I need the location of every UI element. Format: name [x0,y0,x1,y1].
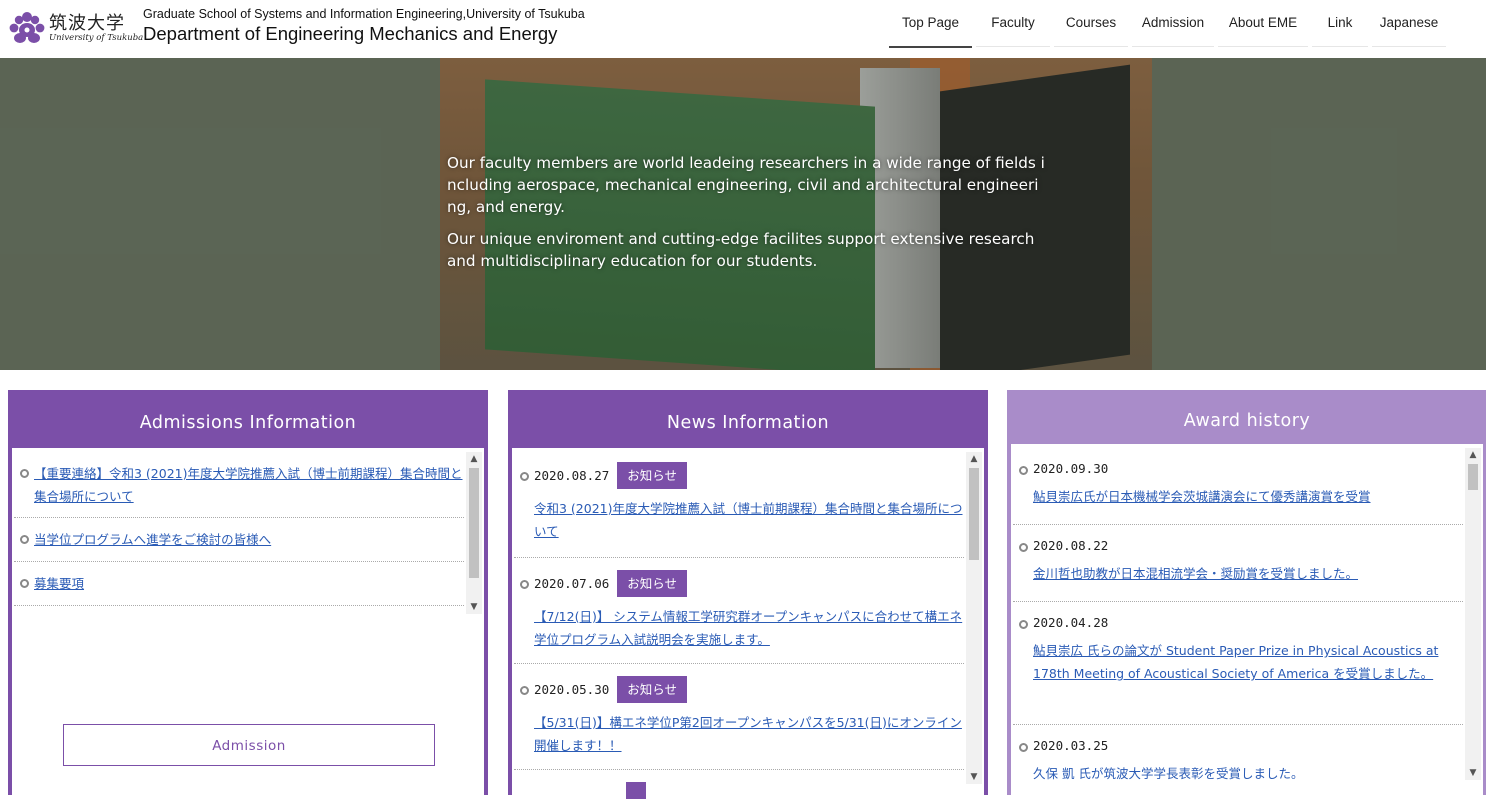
list-item: 2020.04.28 鮎貝崇広 氏らの論文が Student Paper Pri… [1013,602,1463,725]
logo-english-text: University of Tsukuba [49,33,144,43]
logo-japanese-text: 筑波大学 [49,13,125,34]
news-panel: News Information 2020.08.27 お知らせ 令和3 (202… [508,390,988,799]
bullet-circle-icon [1019,543,1028,552]
award-list-scroll[interactable]: 2020.09.30 鮎貝崇広氏が日本機械学会茨城講演会にて優秀講演賞を受賞 2… [1013,448,1481,799]
award-list: 2020.09.30 鮎貝崇広氏が日本機械学会茨城講演会にて優秀講演賞を受賞 2… [1013,448,1463,799]
list-item: 募集要項 [14,562,464,606]
news-title: News Information [512,394,984,448]
news-list-scroll[interactable]: 2020.08.27 お知らせ 令和3 (2021)年度大学院推薦入試（博士前期課… [514,452,982,799]
admissions-list: 【重要連絡】令和3 (2021)年度大学院推薦入試（博士前期課程）集合時間と集合… [14,452,464,606]
bullet-circle-icon [1019,620,1028,629]
news-date: 2020.08.27 [534,468,610,483]
admissions-link[interactable]: 【重要連絡】令和3 (2021)年度大学院推薦入試（博士前期課程）集合時間と集合… [34,466,463,504]
list-item: 2020.09.30 鮎貝崇広氏が日本機械学会茨城講演会にて優秀講演賞を受賞 [1013,448,1463,525]
scroll-down-arrow-icon[interactable]: ▼ [1465,766,1481,780]
scrollbar-thumb[interactable] [1468,464,1478,490]
nav-top-page[interactable]: Top Page [889,0,972,48]
list-item: 2020.08.27 お知らせ 令和3 (2021)年度大学院推薦入試（博士前期課… [514,452,964,558]
award-date: 2020.09.30 [1033,461,1109,476]
news-badge: お知らせ [617,462,688,489]
bullet-circle-icon [520,472,529,481]
award-link[interactable]: 鮎貝崇広氏が日本機械学会茨城講演会にて優秀講演賞を受賞 [1033,489,1371,504]
nav-faculty[interactable]: Faculty [976,0,1050,47]
news-date: 2020.07.06 [534,576,610,591]
list-item: 当学位プログラムへ進学をご検討の皆様へ [14,518,464,562]
award-link[interactable]: 鮎貝崇広 氏らの論文が Student Paper Prize in Physi… [1033,643,1438,681]
nav-japanese[interactable]: Japanese [1372,0,1446,47]
bullet-circle-icon [20,535,29,544]
admissions-panel: Admissions Information 【重要連絡】令和3 (2021)年… [8,390,488,795]
news-link[interactable]: 【7/12(日)】 システム情報工学研究群オープンキャンパスに合わせて構エネ学位… [534,609,962,647]
list-item: 2020.08.22 金川哲也助教が日本混相流学会・奨励賞を受賞しました。 [1013,525,1463,602]
list-item: 2020.07.06 お知らせ 【7/12(日)】 システム情報工学研究群オープン… [514,558,964,664]
nav-admission[interactable]: Admission [1132,0,1214,47]
department-title[interactable]: Department of Engineering Mechanics and … [143,23,557,45]
admission-button[interactable]: Admission [63,724,435,766]
award-date: 2020.04.28 [1033,615,1109,630]
bullet-circle-icon [20,579,29,588]
award-link[interactable]: 金川哲也助教が日本混相流学会・奨励賞を受賞しました。 [1033,566,1358,581]
bullet-circle-icon [1019,466,1028,475]
news-link[interactable]: 令和3 (2021)年度大学院推薦入試（博士前期課程）集合時間と集合場所について [534,501,963,539]
award-scrollbar[interactable]: ▲ ▼ [1465,448,1481,780]
award-date: 2020.03.25 [1033,738,1109,753]
scroll-down-arrow-icon[interactable]: ▼ [966,770,982,784]
hero-text: Our faculty members are world leadeing r… [447,152,1047,282]
list-item: 【重要連絡】令和3 (2021)年度大学院推薦入試（博士前期課程）集合時間と集合… [14,452,464,518]
news-list: 2020.08.27 お知らせ 令和3 (2021)年度大学院推薦入試（博士前期課… [514,452,964,799]
tsukuba-paulownia-logo-icon [9,12,45,43]
scrollbar-thumb[interactable] [969,468,979,560]
news-link[interactable]: 【5/31(日)】構エネ学位P第2回オープンキャンパスを5/31(日)にオンライ… [534,715,962,753]
scroll-up-arrow-icon[interactable]: ▲ [966,452,982,466]
list-item: 2020.03.25 久保 凱 氏が筑波大学学長表彰を受賞しました。 [1013,725,1463,799]
scroll-up-arrow-icon[interactable]: ▲ [1465,448,1481,462]
hero-paragraph-2: Our unique enviroment and cutting-edge f… [447,230,1035,270]
admissions-scrollbar[interactable]: ▲ ▼ [466,452,482,614]
news-badge: お知らせ [617,570,688,597]
hero-banner: Our faculty members are world leadeing r… [0,58,1497,370]
nav-courses[interactable]: Courses [1054,0,1128,47]
main-nav: Top Page Faculty Courses Admission About… [889,0,1450,48]
award-title: Award history [1011,394,1483,444]
news-badge [626,782,646,799]
admissions-link[interactable]: 当学位プログラムへ進学をご検討の皆様へ [34,532,271,547]
bullet-circle-icon [520,686,529,695]
bullet-circle-icon [520,580,529,589]
award-panel: Award history 2020.09.30 鮎貝崇広氏が日本機械学会茨城講… [1007,390,1487,795]
scrollbar-thumb[interactable] [469,468,479,578]
list-item: 2020.05.30 お知らせ 【5/31(日)】構エネ学位P第2回オープンキャン… [514,664,964,770]
award-link[interactable]: 久保 凱 氏が筑波大学学長表彰を受賞しました。 [1033,766,1303,781]
admissions-list-scroll[interactable]: 【重要連絡】令和3 (2021)年度大学院推薦入試（博士前期課程）集合時間と集合… [14,452,482,614]
scroll-down-arrow-icon[interactable]: ▼ [466,600,482,614]
news-badge: お知らせ [617,676,688,703]
graduate-school-subtitle: Graduate School of Systems and Informati… [143,7,585,21]
site-header: 筑波大学 University of Tsukuba Graduate Scho… [0,0,1497,58]
admissions-link[interactable]: 募集要項 [34,576,84,591]
news-date: 2020.05.30 [534,682,610,697]
admissions-title: Admissions Information [12,394,484,448]
bullet-circle-icon [1019,743,1028,752]
hero-paragraph-1: Our faculty members are world leadeing r… [447,154,1045,216]
bullet-circle-icon [20,469,29,478]
news-scrollbar[interactable]: ▲ ▼ [966,452,982,784]
nav-link[interactable]: Link [1312,0,1368,47]
university-logo[interactable]: 筑波大学 University of Tsukuba [8,8,144,48]
nav-about-eme[interactable]: About EME [1218,0,1308,47]
award-date: 2020.08.22 [1033,538,1109,553]
scroll-up-arrow-icon[interactable]: ▲ [466,452,482,466]
